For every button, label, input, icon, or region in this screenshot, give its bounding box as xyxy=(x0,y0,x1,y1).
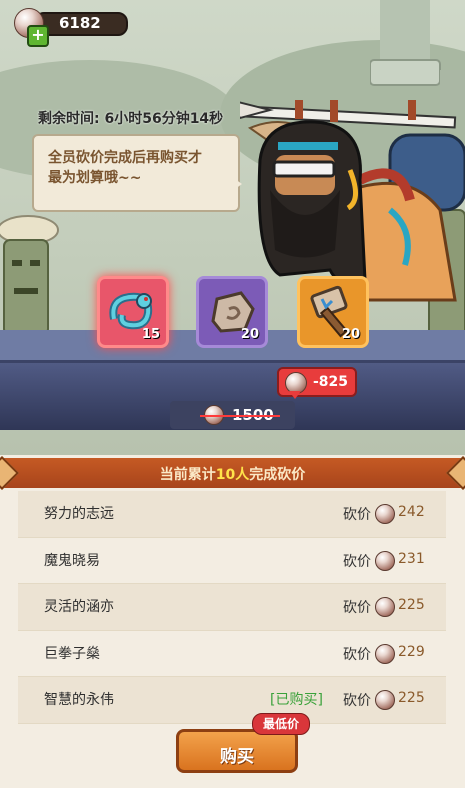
bargain-list: 努力的志远 砍价 242 魔鬼晓易 砍价 231 灵活的涵亦 砍价 225 巨拳… xyxy=(18,491,446,724)
discount-amount: -825 xyxy=(313,374,349,390)
item-count: 20 xyxy=(240,327,259,342)
bargain-label: 砍价 xyxy=(343,646,371,663)
lowest-price-badge: 最低价 xyxy=(252,713,310,735)
speech-line: 最为划算哦~~ xyxy=(48,170,142,186)
bargain-label: 砍价 xyxy=(343,600,371,616)
item-slot-stone[interactable]: 20 xyxy=(196,276,268,348)
item-slot-hammer[interactable]: 20 xyxy=(297,276,369,348)
buy-button[interactable]: 购买 xyxy=(176,729,298,773)
coin-icon xyxy=(375,550,395,571)
currency-bar: + 6182 xyxy=(14,8,128,47)
player-name: 魔鬼晓易 xyxy=(44,552,100,569)
list-item: 灵活的涵亦 砍价 225 xyxy=(18,584,446,631)
summary-prefix: 当前累计 xyxy=(159,467,216,483)
coin-icon xyxy=(375,597,395,617)
currency-value: 6182 xyxy=(59,14,101,32)
bargain-amount: 229 xyxy=(398,643,425,660)
discount-tag: -825 xyxy=(277,367,357,399)
player-name: 灵活的涵亦 xyxy=(44,599,114,615)
remaining-time: 剩余时间: 6小时56分钟14秒 xyxy=(38,111,224,127)
coin-icon xyxy=(375,643,395,664)
bargain-amount: 225 xyxy=(398,690,425,706)
list-item: 努力的志远 砍价 242 xyxy=(18,491,446,538)
item-slot-dragon[interactable]: 15 xyxy=(97,276,169,348)
list-item: 智慧的永伟 [已购买] 砍价 225 xyxy=(18,677,446,724)
price-strikethrough xyxy=(200,415,280,417)
bargain-label: 砍价 xyxy=(343,693,371,709)
summary-count: 10人 xyxy=(215,467,250,483)
bargain-banner: 当前累计10人完成砍价 xyxy=(0,456,465,490)
stone-pillar-icon xyxy=(370,0,465,110)
bought-status: [已购买] xyxy=(270,692,323,708)
summary-suffix: 完成砍价 xyxy=(249,467,306,483)
item-count: 15 xyxy=(141,327,160,342)
bargain-shop-screen: + 6182 剩余时间: 6小时56分钟14秒 全员砍价完成后再购买才 最为划算… xyxy=(0,0,465,788)
bargain-label: 砍价 xyxy=(343,553,371,570)
list-item: 巨拳子燊 砍价 229 xyxy=(18,631,446,677)
speech-line: 全员砍价完成后再购买才 xyxy=(48,150,202,166)
buy-label: 购买 xyxy=(220,747,254,767)
shop-scene: + 6182 剩余时间: 6小时56分钟14秒 全员砍价完成后再购买才 最为划算… xyxy=(0,0,465,455)
coin-icon xyxy=(375,690,395,710)
bargain-amount: 231 xyxy=(398,550,425,567)
bargain-label: 砍价 xyxy=(343,507,371,523)
bargain-amount: 242 xyxy=(398,504,425,520)
totem-left-icon xyxy=(0,215,59,336)
list-item: 魔鬼晓易 砍价 231 xyxy=(18,538,446,584)
coin-icon xyxy=(285,372,307,394)
bargain-summary: 当前累计10人完成砍价 xyxy=(0,464,465,484)
player-name: 智慧的永伟 xyxy=(44,692,114,708)
bargain-amount: 225 xyxy=(398,597,425,613)
player-name: 巨拳子燊 xyxy=(44,645,100,662)
original-price: 1500 xyxy=(170,401,295,429)
player-name: 努力的志远 xyxy=(44,506,114,522)
item-count: 20 xyxy=(341,327,360,342)
speech-bubble: 全员砍价完成后再购买才 最为划算哦~~ xyxy=(32,134,242,212)
coin-icon xyxy=(375,504,395,524)
plus-icon[interactable]: + xyxy=(27,25,49,47)
